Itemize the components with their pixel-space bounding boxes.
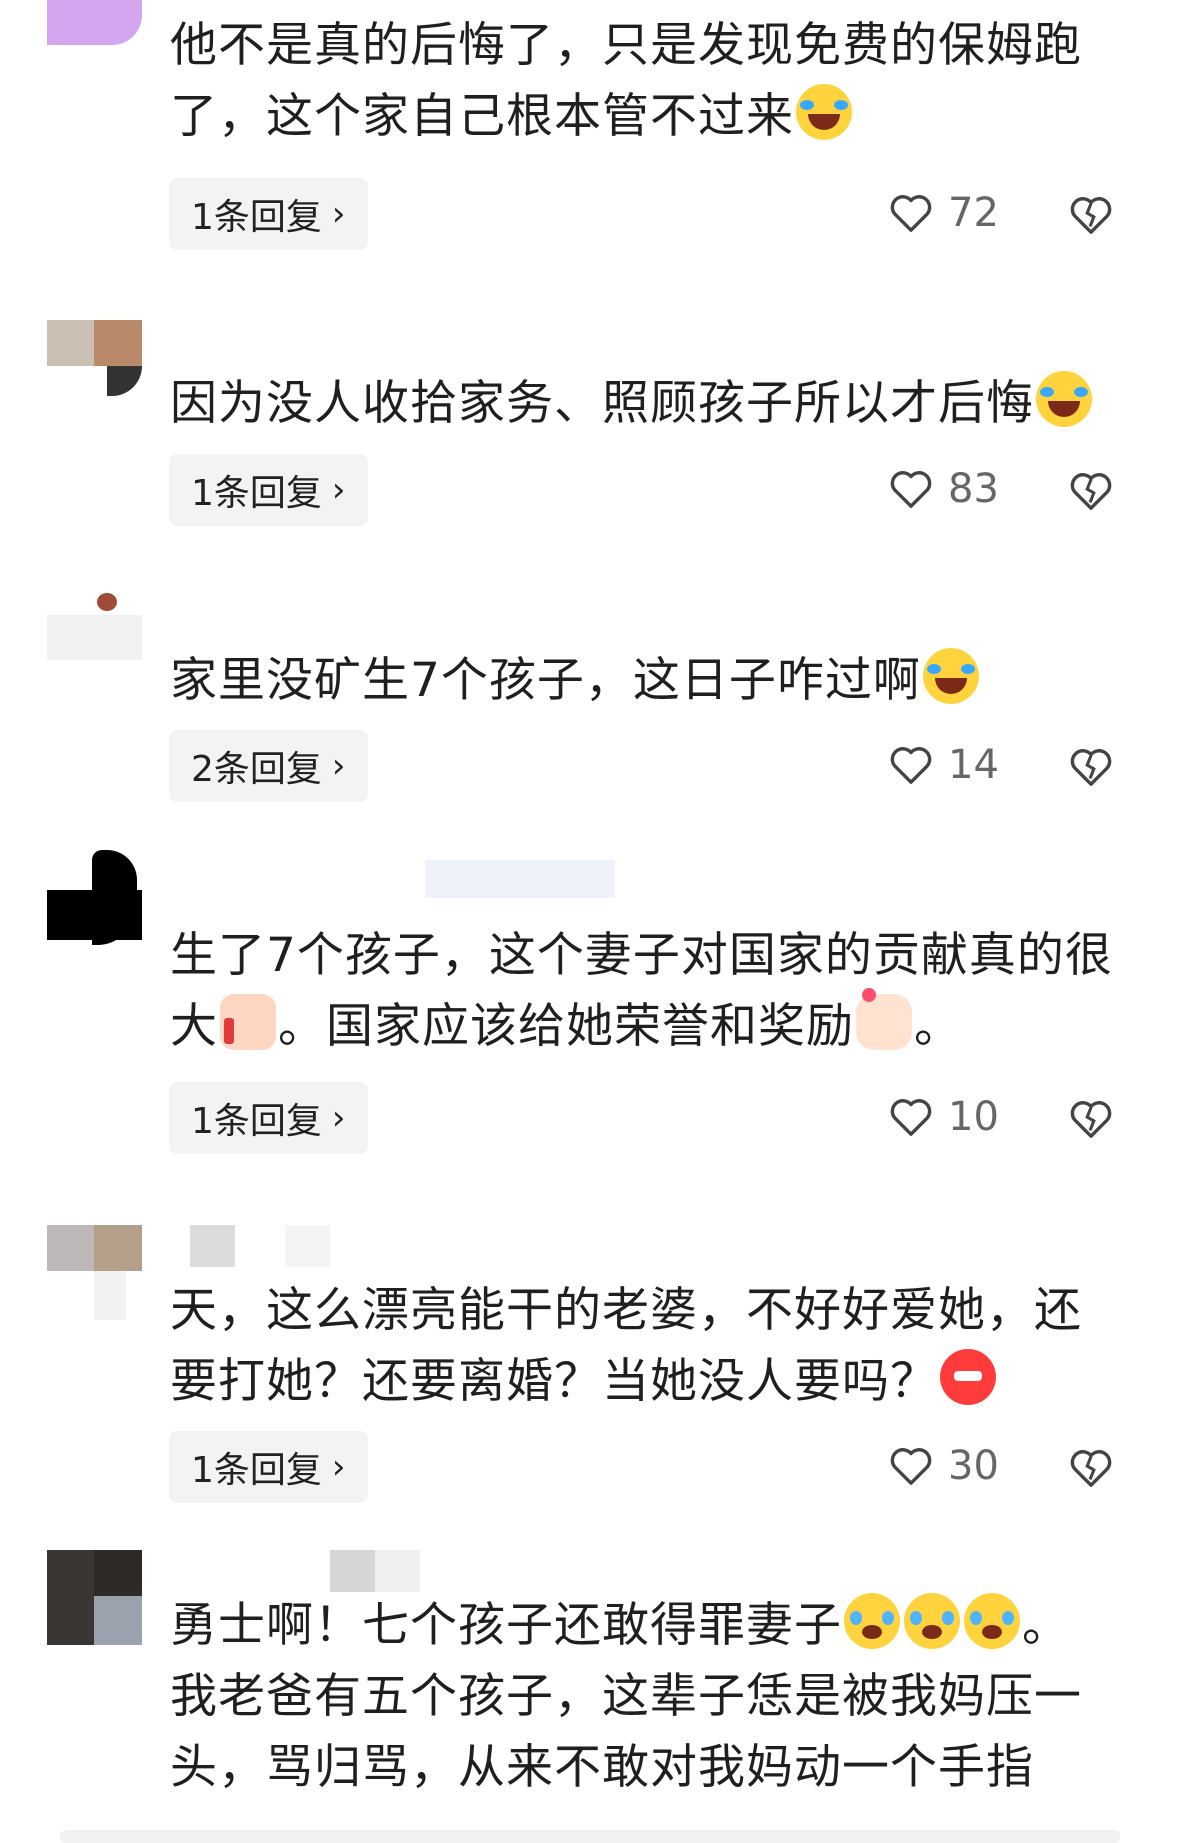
comment-text: 家里没矿生7个孩子，这日子咋过啊 [170, 645, 1130, 716]
view-replies-button[interactable]: 2条回复 › [169, 730, 368, 802]
view-replies-button[interactable]: 1条回复 › [169, 1082, 368, 1154]
username-part [375, 1550, 420, 1592]
dislike-icon[interactable] [1068, 1098, 1114, 1140]
avatar[interactable] [47, 1550, 142, 1645]
like-button[interactable]: 10 [888, 1094, 999, 1140]
comment-text: 他不是真的后悔了，只是发现免费的保姆跑 了，这个家自己根本管不过来 [170, 18, 1082, 144]
avatar[interactable] [47, 850, 142, 945]
crying-face-icon [844, 1593, 900, 1649]
avatar[interactable] [47, 585, 142, 680]
bottom-input-bar[interactable] [60, 1830, 1120, 1843]
avatar[interactable] [47, 0, 142, 45]
username[interactable] [330, 1550, 375, 1592]
heart-icon [890, 1099, 932, 1136]
laugh-cry-icon [796, 84, 852, 140]
like-count: 10 [948, 1094, 999, 1140]
heart-icon [890, 195, 932, 232]
crying-face-icon [964, 1593, 1020, 1649]
comment-text: 勇士啊！七个孩子还敢得罪妻子。 我老爸有五个孩子，这辈子恁是被我妈压一 头，骂归… [170, 1590, 1130, 1803]
username[interactable] [190, 1225, 235, 1267]
like-button[interactable]: 72 [888, 190, 999, 236]
view-replies-button[interactable]: 1条回复 › [169, 1431, 368, 1503]
finger-heart-icon [856, 988, 912, 1050]
angry-face-icon [940, 1349, 996, 1405]
dislike-icon[interactable] [1068, 1447, 1114, 1489]
like-button[interactable]: 30 [888, 1443, 999, 1489]
crying-face-icon [904, 1593, 960, 1649]
dislike-icon[interactable] [1068, 470, 1114, 512]
heart-icon [890, 747, 932, 784]
dislike-icon[interactable] [1068, 746, 1114, 788]
comment-text: 生了7个孩子，这个妻子对国家的贡献真的很 大。国家应该给她荣誉和奖励。 [170, 928, 1113, 1054]
view-replies-button[interactable]: 1条回复 › [169, 178, 368, 250]
heart-icon [890, 471, 932, 508]
heart-icon [890, 1448, 932, 1485]
dislike-icon[interactable] [1068, 194, 1114, 236]
like-button[interactable]: 14 [888, 742, 999, 788]
laughing-icon [1036, 371, 1092, 427]
laugh-cry-icon [922, 648, 979, 704]
thumbs-up-icon [220, 994, 276, 1050]
like-button[interactable]: 83 [888, 466, 999, 512]
comment-text: 天，这么漂亮能干的老婆，不好好爱她，还 要打她？还要离婚？当她没人要吗？ [170, 1283, 1082, 1409]
comment-6: 勇士啊！七个孩子还敢得罪妻子。 我老爸有五个孩子，这辈子恁是被我妈压一 头，骂归… [0, 1550, 1179, 1805]
like-count: 30 [948, 1443, 999, 1489]
like-count: 83 [948, 466, 999, 512]
avatar[interactable] [47, 1225, 142, 1320]
username[interactable] [425, 860, 615, 898]
avatar[interactable] [47, 320, 142, 415]
view-replies-button[interactable]: 1条回复 › [169, 454, 368, 526]
comment-text: 因为没人收拾家务、照顾孩子所以才后悔 [170, 368, 1130, 439]
like-count: 72 [948, 190, 999, 236]
username-part [285, 1225, 330, 1267]
like-count: 14 [948, 742, 999, 788]
